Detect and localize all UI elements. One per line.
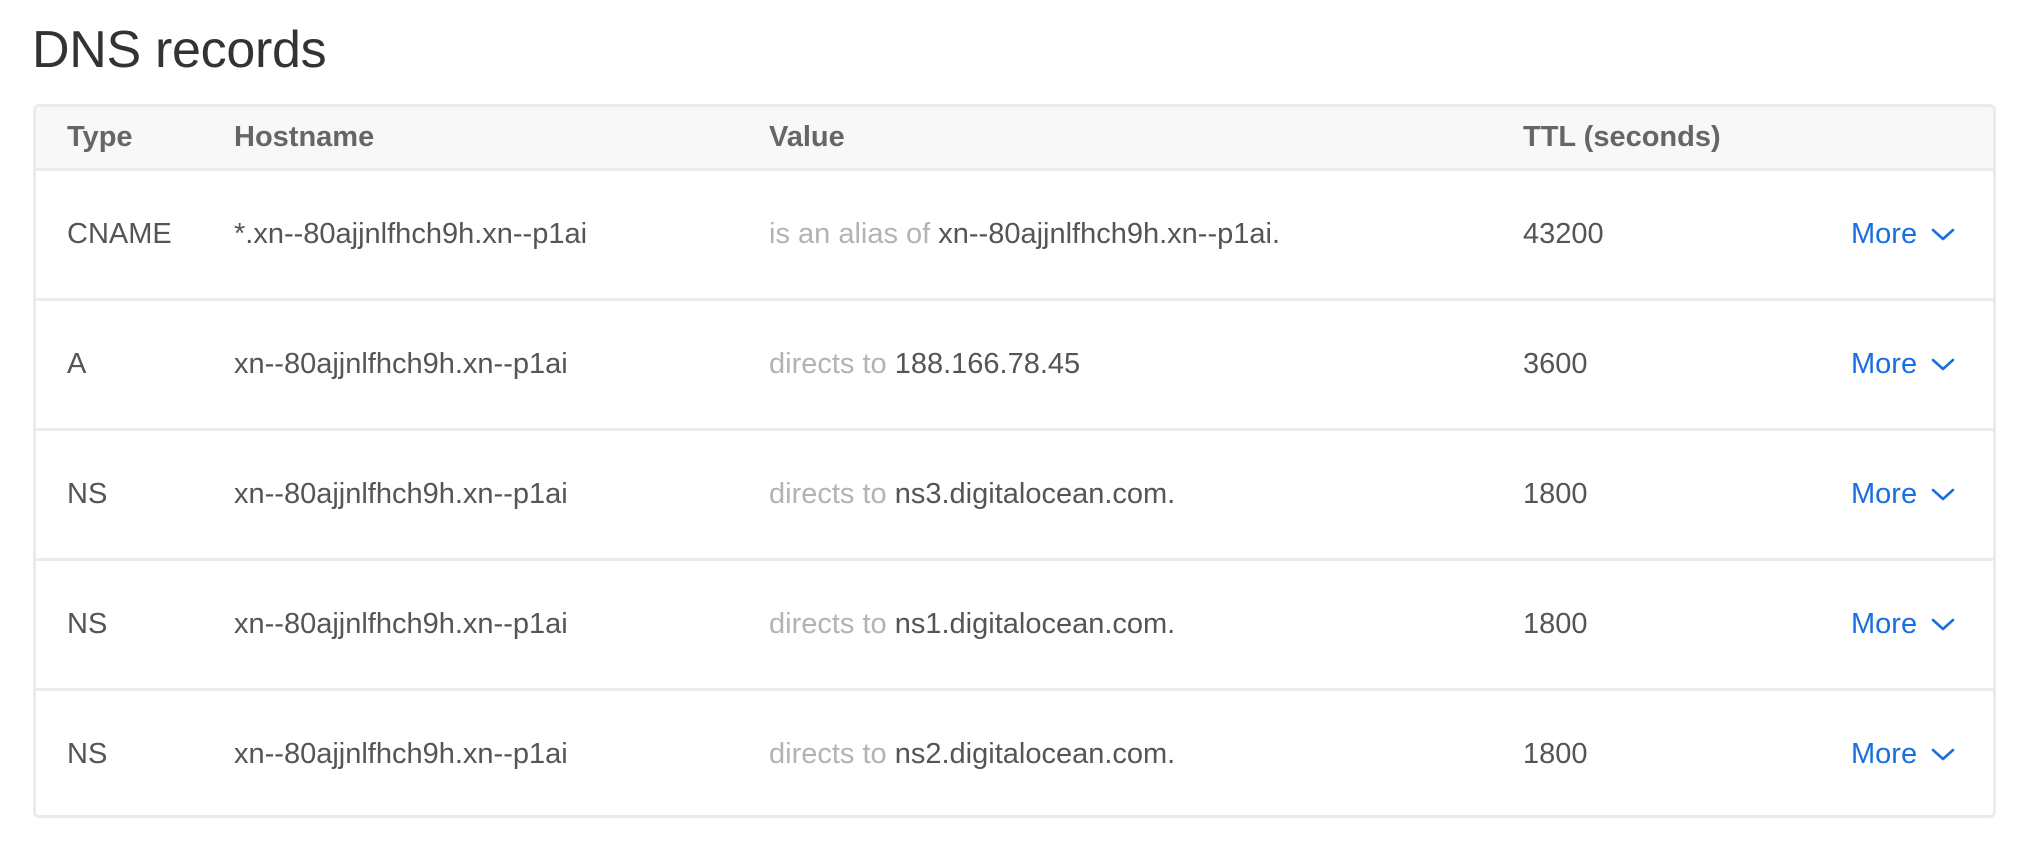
more-button[interactable]: More [1851,431,1955,558]
more-button[interactable]: More [1851,301,1955,428]
more-button-label: More [1851,348,1918,380]
record-value: directs to ns3.digitalocean.com. [769,431,1175,558]
record-value: directs to ns2.digitalocean.com. [769,691,1176,815]
table-row: A xn--80ajjnlfhch9h.xn--p1ai directs to … [36,301,1993,431]
more-button-cell: More [1851,561,1955,688]
record-hostname: xn--80ajjnlfhch9h.xn--p1ai [234,738,568,770]
record-value-prefix: directs to [769,478,887,510]
more-button-label: More [1851,608,1918,640]
record-type: CNAME [67,218,172,250]
record-ttl: 43200 [1523,218,1604,250]
record-hostname: xn--80ajjnlfhch9h.xn--p1ai [234,478,568,510]
record-value-target: 188.166.78.45 [894,348,1081,380]
column-header-type: Type [67,121,133,153]
chevron-down-icon [1931,358,1955,372]
page-title: DNS records [32,21,327,79]
table-header: Type Hostname Value TTL (seconds) [36,107,1993,171]
chevron-down-icon [1931,488,1955,502]
record-value-target: ns3.digitalocean.com. [894,478,1176,510]
more-button-cell: More [1851,691,1955,815]
record-hostname: xn--80ajjnlfhch9h.xn--p1ai [234,608,568,640]
record-value-prefix: directs to [769,348,887,380]
column-header-ttl: TTL (seconds) [1523,121,1721,153]
record-value-prefix: is an alias of [769,218,931,250]
record-hostname: *.xn--80ajjnlfhch9h.xn--p1ai [234,218,588,250]
table-row: NS xn--80ajjnlfhch9h.xn--p1ai directs to… [36,431,1993,561]
dns-records-page: DNS records Type Hostname Value TTL (sec… [0,0,2024,856]
record-ttl: 1800 [1523,478,1588,510]
record-ttl: 3600 [1523,348,1588,380]
table-row: NS xn--80ajjnlfhch9h.xn--p1ai directs to… [36,561,1993,691]
chevron-down-icon [1931,748,1955,762]
record-ttl: 1800 [1523,738,1588,770]
more-button[interactable]: More [1851,561,1955,688]
chevron-down-icon [1931,228,1955,242]
more-button[interactable]: More [1851,691,1955,815]
column-header-hostname: Hostname [234,121,375,153]
more-button-label: More [1851,478,1918,510]
more-button-label: More [1851,218,1918,250]
record-value-prefix: directs to [769,738,887,770]
record-hostname: xn--80ajjnlfhch9h.xn--p1ai [234,348,568,380]
record-value-target: ns1.digitalocean.com. [894,608,1176,640]
more-button[interactable]: More [1851,171,1955,298]
record-type: A [67,348,87,380]
record-type: NS [67,478,108,510]
record-ttl: 1800 [1523,608,1588,640]
record-value-target: xn--80ajjnlfhch9h.xn--p1ai. [938,218,1281,250]
dns-records-table: Type Hostname Value TTL (seconds) CNAME … [33,104,1996,818]
more-button-cell: More [1851,301,1955,428]
record-type: NS [67,608,108,640]
record-value: directs to 188.166.78.45 [769,301,1080,428]
record-type: NS [67,738,108,770]
table-row: NS xn--80ajjnlfhch9h.xn--p1ai directs to… [36,691,1993,815]
more-button-label: More [1851,738,1918,770]
more-button-cell: More [1851,171,1955,298]
record-value: is an alias of xn--80ajjnlfhch9h.xn--p1a… [769,171,1280,298]
chevron-down-icon [1931,618,1955,632]
more-button-cell: More [1851,431,1955,558]
record-value: directs to ns1.digitalocean.com. [769,561,1175,688]
record-value-prefix: directs to [769,608,887,640]
record-value-target: ns2.digitalocean.com. [894,738,1176,770]
column-header-value: Value [769,121,845,153]
table-row: CNAME *.xn--80ajjnlfhch9h.xn--p1ai is an… [36,171,1993,301]
